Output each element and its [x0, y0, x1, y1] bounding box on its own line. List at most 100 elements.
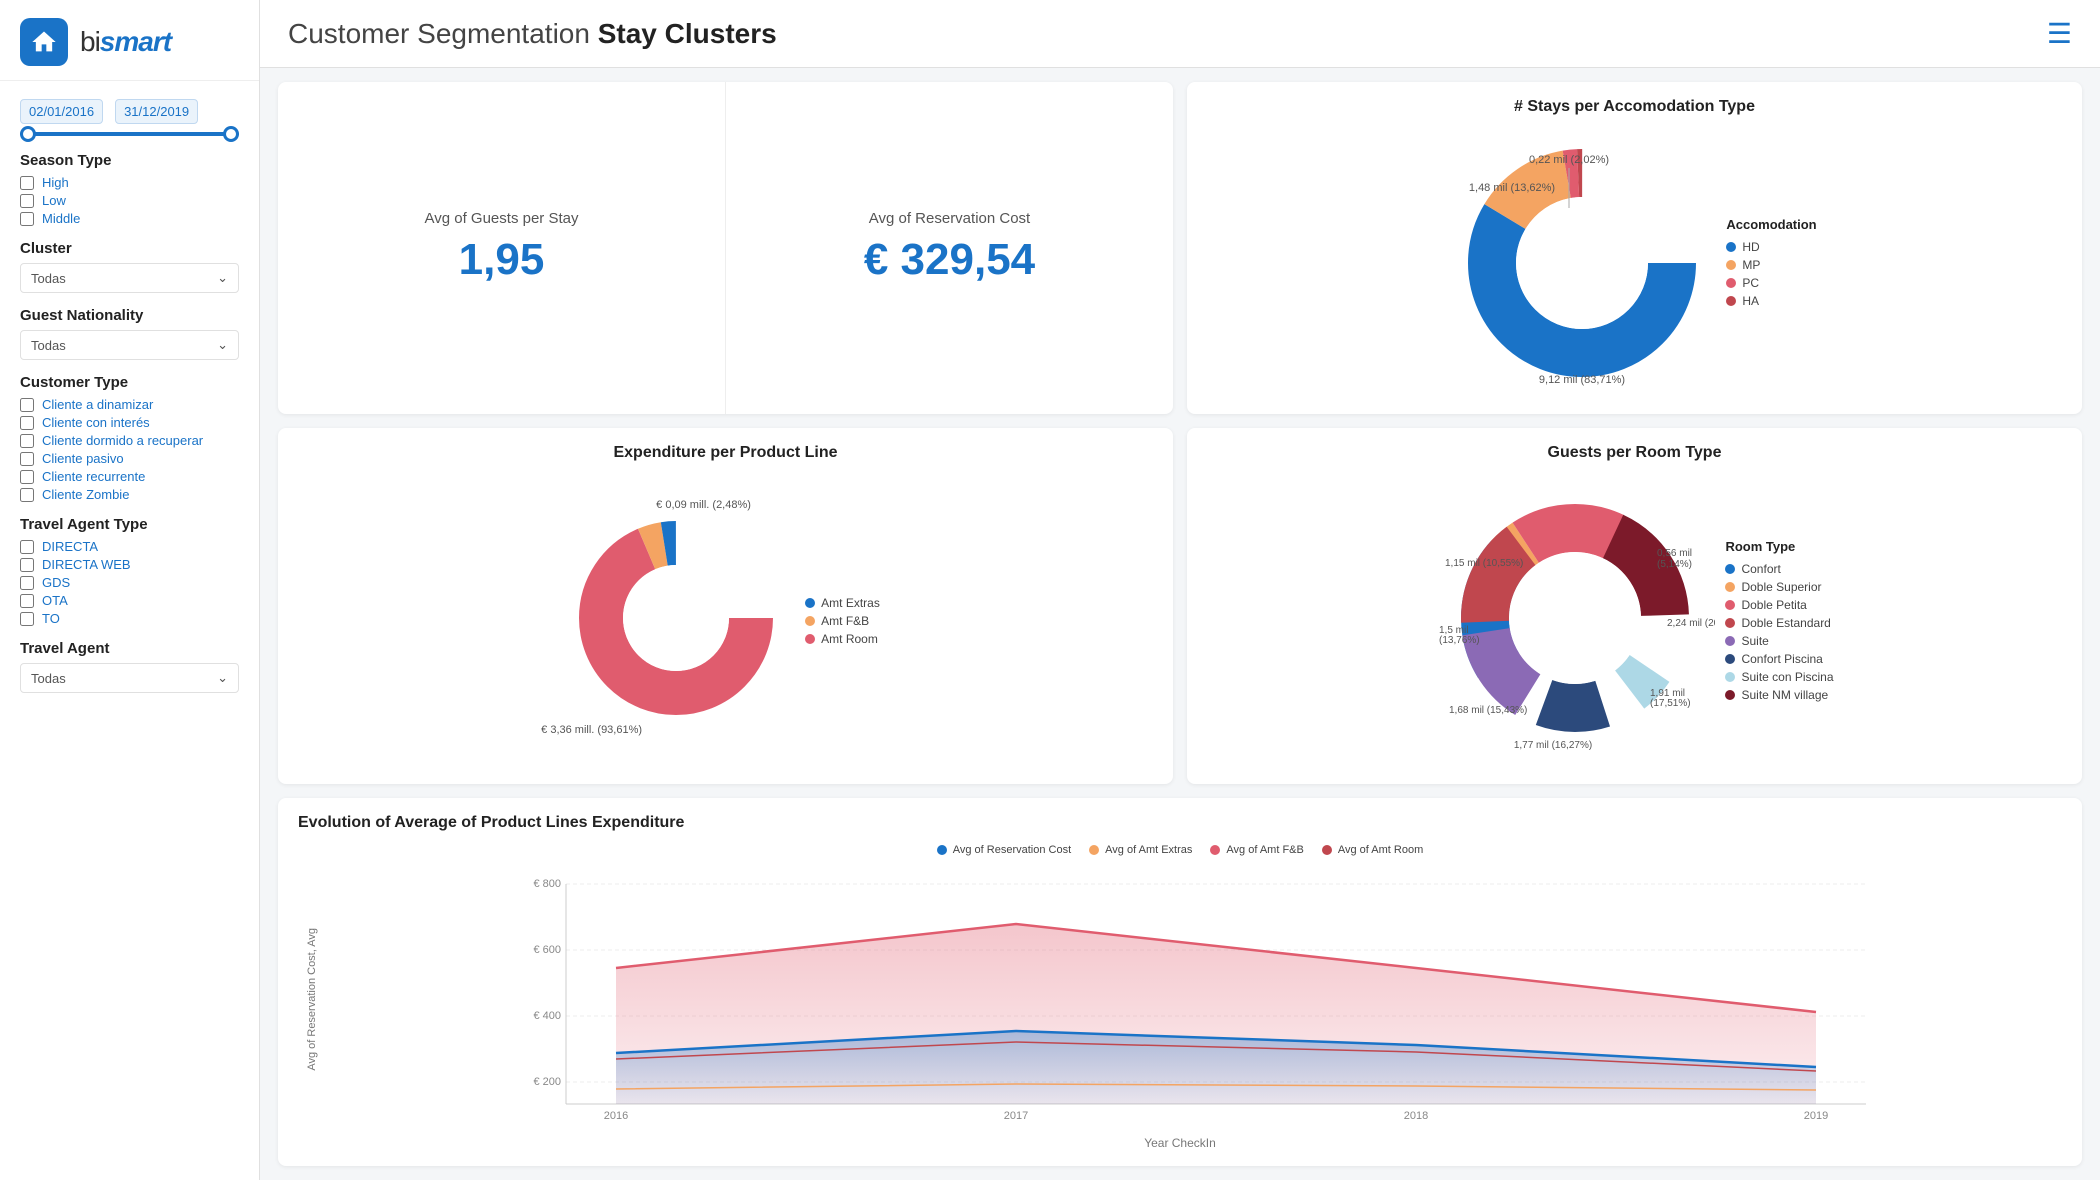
- expenditure-room-label: € 3,36 mill. (93,61%): [541, 724, 642, 736]
- season-high-checkbox[interactable]: [20, 176, 34, 190]
- logo-text: bismart: [80, 26, 171, 58]
- stays-legend: Accomodation HD MP PC H: [1726, 217, 1816, 308]
- svg-text:1,48 mil (13,62%): 1,48 mil (13,62%): [1469, 182, 1555, 194]
- kpi-card: Avg of Guests per Stay 1,95 Avg of Reser…: [278, 82, 1173, 414]
- season-middle[interactable]: Middle: [20, 211, 239, 226]
- travel-agent-label: Travel Agent: [20, 640, 239, 657]
- stays-card: # Stays per Accomodation Type 0: [1187, 82, 2082, 414]
- date-end[interactable]: 31/12/2019: [115, 99, 198, 124]
- hd-dot: [1726, 242, 1736, 252]
- evolution-card: Evolution of Average of Product Lines Ex…: [278, 798, 2082, 1166]
- page-title: Customer Segmentation Stay Clusters: [288, 18, 777, 50]
- slider-thumb-right[interactable]: [223, 126, 239, 142]
- stays-legend-hd: HD: [1726, 240, 1816, 254]
- hamburger-menu[interactable]: ☰: [2047, 17, 2072, 50]
- slider-thumb-left[interactable]: [20, 126, 36, 142]
- avg-cost-kpi: Avg of Reservation Cost € 329,54: [726, 82, 1173, 414]
- season-high[interactable]: High: [20, 175, 239, 190]
- page-title-bold: Stay Clusters: [598, 18, 777, 49]
- hd-label: HD: [1742, 240, 1759, 254]
- dashboard: Avg of Guests per Stay 1,95 Avg of Reser…: [260, 68, 2100, 1180]
- date-start[interactable]: 02/01/2016: [20, 99, 103, 124]
- guests-room-title: Guests per Room Type: [1548, 444, 1722, 462]
- season-low-checkbox[interactable]: [20, 194, 34, 208]
- date-range: 02/01/2016 31/12/2019: [20, 99, 239, 124]
- stays-donut-svg: 0,22 mil (2,02%) 1,48 mil (13,62%) 9,12 …: [1452, 133, 1712, 393]
- room-dot: [805, 634, 815, 644]
- expenditure-legend: Amt Extras Amt F&B Amt Room: [805, 596, 880, 646]
- guest-nationality-chevron: ⌄: [217, 337, 228, 353]
- evolution-chart-svg: € 800 € 600 € 400 € 200 2016 2017 2018 2…: [330, 864, 2062, 1124]
- customer-type-filter: Customer Type Cliente a dinamizar Client…: [20, 374, 239, 502]
- avg-guests-value: 1,95: [459, 235, 545, 285]
- customer-type-label: Customer Type: [20, 374, 239, 391]
- season-middle-label: Middle: [42, 211, 80, 226]
- svg-text:€ 200: € 200: [533, 1076, 561, 1088]
- svg-text:€ 600: € 600: [533, 944, 561, 956]
- svg-text:1,68 mil (15,43%): 1,68 mil (15,43%): [1449, 705, 1527, 716]
- guest-nationality-filter: Guest Nationality Todas ⌄: [20, 307, 239, 360]
- travel-agent-chevron: ⌄: [217, 670, 228, 686]
- svg-text:1,15 mil (10,55%): 1,15 mil (10,55%): [1445, 558, 1523, 569]
- pc-dot: [1726, 278, 1736, 288]
- season-low-label: Low: [42, 193, 66, 208]
- pc-label: PC: [1742, 276, 1759, 290]
- cluster-chevron: ⌄: [217, 270, 228, 286]
- travel-agent-value: Todas: [31, 671, 66, 686]
- guests-room-card: Guests per Room Type: [1187, 428, 2082, 785]
- svg-text:0,56 mil: 0,56 mil: [1657, 548, 1692, 559]
- expenditure-title: Expenditure per Product Line: [613, 444, 837, 462]
- season-middle-checkbox[interactable]: [20, 212, 34, 226]
- svg-text:2019: 2019: [1804, 1110, 1828, 1122]
- guests-room-legend-title: Room Type: [1725, 539, 1833, 554]
- svg-text:2016: 2016: [604, 1110, 628, 1122]
- room-label: Amt Room: [821, 632, 878, 646]
- season-low[interactable]: Low: [20, 193, 239, 208]
- sidebar-filters: 02/01/2016 31/12/2019 Season Type High L…: [0, 81, 259, 725]
- cluster-value: Todas: [31, 271, 66, 286]
- season-type-label: Season Type: [20, 152, 239, 169]
- svg-text:(5,14%): (5,14%): [1657, 559, 1692, 570]
- avg-guests-label: Avg of Guests per Stay: [425, 210, 579, 227]
- svg-text:2017: 2017: [1004, 1110, 1028, 1122]
- avg-guests-kpi: Avg of Guests per Stay 1,95: [278, 82, 726, 414]
- svg-text:2,24 mil (20,57%): 2,24 mil (20,57%): [1667, 618, 1715, 629]
- travel-agent-type-label: Travel Agent Type: [20, 516, 239, 533]
- svg-text:(13,76%): (13,76%): [1439, 635, 1480, 646]
- home-icon[interactable]: [20, 18, 68, 66]
- guest-nationality-label: Guest Nationality: [20, 307, 239, 324]
- stays-legend-mp: MP: [1726, 258, 1816, 272]
- guest-nationality-value: Todas: [31, 338, 66, 353]
- date-slider[interactable]: [20, 132, 239, 136]
- evolution-title: Evolution of Average of Product Lines Ex…: [298, 814, 684, 832]
- fnb-label: Amt F&B: [821, 614, 869, 628]
- cluster-dropdown[interactable]: Todas ⌄: [20, 263, 239, 293]
- guest-nationality-dropdown[interactable]: Todas ⌄: [20, 330, 239, 360]
- guests-room-legend: Room Type Confort Doble Superior Doble P…: [1725, 539, 1833, 702]
- svg-text:2018: 2018: [1404, 1110, 1428, 1122]
- evolution-chart-area: Avg of Reservation Cost, Avg € 800 € 600…: [298, 864, 2062, 1134]
- season-type-filter: Season Type High Low Middle: [20, 152, 239, 226]
- fnb-dot: [805, 616, 815, 626]
- stays-legend-pc: PC: [1726, 276, 1816, 290]
- sidebar: bismart 02/01/2016 31/12/2019 Season Typ…: [0, 0, 260, 1180]
- extras-label: Amt Extras: [821, 596, 880, 610]
- main-content: Customer Segmentation Stay Clusters ☰ Av…: [260, 0, 2100, 1180]
- mp-label: MP: [1742, 258, 1760, 272]
- evolution-legend: Avg of Reservation Cost Avg of Amt Extra…: [937, 844, 1424, 856]
- travel-agent-dropdown[interactable]: Todas ⌄: [20, 663, 239, 693]
- stays-donut: 0,22 mil (2,02%) 1,48 mil (13,62%) 9,12 …: [1452, 133, 1712, 393]
- svg-text:€ 800: € 800: [533, 878, 561, 890]
- extras-dot: [805, 598, 815, 608]
- svg-text:9,12 mil (83,71%): 9,12 mil (83,71%): [1539, 374, 1625, 386]
- x-axis-label: Year CheckIn: [1144, 1136, 1216, 1150]
- stays-title: # Stays per Accomodation Type: [1514, 98, 1755, 116]
- logo-area: bismart: [0, 0, 259, 81]
- avg-cost-label: Avg of Reservation Cost: [869, 210, 1030, 227]
- mp-dot: [1726, 260, 1736, 270]
- svg-text:0,22 mil (2,02%): 0,22 mil (2,02%): [1529, 154, 1609, 166]
- stays-legend-title: Accomodation: [1726, 217, 1816, 232]
- svg-text:(17,51%): (17,51%): [1650, 698, 1691, 709]
- stays-legend-ha: HA: [1726, 294, 1816, 308]
- svg-text:1,77 mil (16,27%): 1,77 mil (16,27%): [1514, 740, 1592, 751]
